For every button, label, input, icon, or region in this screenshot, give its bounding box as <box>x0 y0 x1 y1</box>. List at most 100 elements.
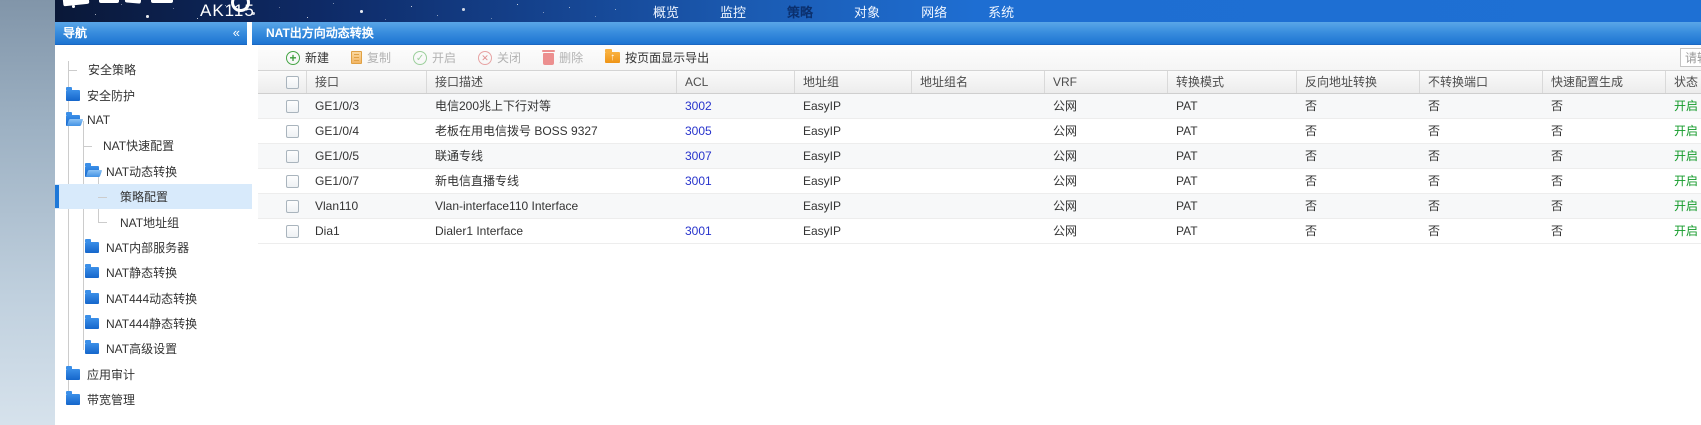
cell-description: 电信200兆上下行对等 <box>427 94 677 118</box>
column-header-vrf: VRF <box>1045 71 1168 93</box>
sidebar-item-nat-dynamic-translation[interactable]: NAT动态转换 <box>55 159 258 184</box>
cell-quick-config: 否 <box>1543 119 1666 143</box>
cell-mode: PAT <box>1168 169 1297 193</box>
sidebar-item-nat-static-translation[interactable]: NAT静态转换 <box>55 260 258 285</box>
export-button[interactable]: 按页面显示导出 <box>605 49 709 66</box>
cell-acl-link[interactable]: 3007 <box>677 144 795 168</box>
nat-rules-table: 接口 接口描述 ACL 地址组 地址组名 VRF 转换模式 反向地址转换 不转换… <box>258 70 1701 244</box>
menu-overview[interactable]: 概览 <box>653 2 679 21</box>
row-checkbox[interactable] <box>286 200 299 213</box>
folder-open-icon <box>85 166 99 177</box>
sidebar-title: 导航 <box>63 22 87 44</box>
cell-description: Dialer1 Interface <box>427 219 677 243</box>
sidebar-item-nat-advanced-settings[interactable]: NAT高级设置 <box>55 336 258 361</box>
cell-description: 老板在用电信拨号 BOSS 9327 <box>427 119 677 143</box>
folder-closed-icon <box>66 90 80 101</box>
table-row[interactable]: GE1/0/3 电信200兆上下行对等 3002 EasyIP 公网 PAT 否… <box>258 94 1701 119</box>
export-folder-icon <box>605 52 620 63</box>
cell-description: 联通专线 <box>427 144 677 168</box>
cell-quick-config: 否 <box>1543 219 1666 243</box>
sidebar-item-nat444-dynamic[interactable]: NAT444动态转换 <box>55 286 258 311</box>
search-input[interactable] <box>1680 48 1701 67</box>
cell-quick-config: 否 <box>1543 169 1666 193</box>
table-row[interactable]: GE1/0/4 老板在用电信拨号 BOSS 9327 3005 EasyIP 公… <box>258 119 1701 144</box>
cell-reverse: 否 <box>1297 169 1420 193</box>
cell-address-group-name <box>912 169 1045 193</box>
cell-mode: PAT <box>1168 119 1297 143</box>
cell-address-group: EasyIP <box>795 119 912 143</box>
row-checkbox[interactable] <box>286 150 299 163</box>
cell-address-group: EasyIP <box>795 219 912 243</box>
logo-fragment <box>151 0 173 3</box>
table-row[interactable]: Vlan110 Vlan-interface110 Interface Easy… <box>258 194 1701 219</box>
logo-fragment <box>99 0 119 3</box>
row-checkbox[interactable] <box>286 225 299 238</box>
sidebar-item-policy-config[interactable]: 策略配置 <box>55 184 258 209</box>
select-all-checkbox[interactable] <box>286 76 299 89</box>
column-header-interface: 接口 <box>307 71 427 93</box>
cell-address-group: EasyIP <box>795 194 912 218</box>
menu-monitor[interactable]: 监控 <box>720 2 746 21</box>
cell-acl-link[interactable]: 3001 <box>677 169 795 193</box>
column-header-address-group-name: 地址组名 <box>912 71 1045 93</box>
row-checkbox[interactable] <box>286 100 299 113</box>
top-menu: 概览 监控 策略 对象 网络 系统 <box>653 0 1014 22</box>
table-row[interactable]: GE1/0/7 新电信直播专线 3001 EasyIP 公网 PAT 否 否 否… <box>258 169 1701 194</box>
main-titlebar: NAT出方向动态转换 <box>252 22 1701 45</box>
table-header: 接口 接口描述 ACL 地址组 地址组名 VRF 转换模式 反向地址转换 不转换… <box>258 70 1701 94</box>
cell-acl-link[interactable]: 3002 <box>677 94 795 118</box>
trash-icon <box>543 53 554 65</box>
enable-button[interactable]: 开启 <box>413 49 456 66</box>
cell-vrf: 公网 <box>1045 169 1168 193</box>
cell-vrf: 公网 <box>1045 119 1168 143</box>
folder-closed-icon <box>66 394 80 405</box>
sidebar-item-security-policy[interactable]: 安全策略 <box>55 57 258 82</box>
sidebar-collapse-icon[interactable]: « <box>233 22 240 44</box>
table-row[interactable]: GE1/0/5 联通专线 3007 EasyIP 公网 PAT 否 否 否 开启 <box>258 144 1701 169</box>
cell-acl-link[interactable]: 3001 <box>677 219 795 243</box>
menu-policy[interactable]: 策略 <box>787 2 813 21</box>
new-button[interactable]: 新建 <box>286 49 329 66</box>
cell-mode: PAT <box>1168 194 1297 218</box>
cell-vrf: 公网 <box>1045 219 1168 243</box>
cell-address-group-name <box>912 119 1045 143</box>
row-checkbox[interactable] <box>286 125 299 138</box>
sidebar-item-nat-address-group[interactable]: NAT地址组 <box>55 209 258 234</box>
copy-icon <box>351 51 362 64</box>
folder-closed-icon <box>85 242 99 253</box>
cell-address-group-name <box>912 194 1045 218</box>
sidebar-item-nat444-static[interactable]: NAT444静态转换 <box>55 311 258 336</box>
delete-button[interactable]: 删除 <box>543 49 583 66</box>
sidebar-item-security-protection[interactable]: 安全防护 <box>55 82 258 107</box>
menu-network[interactable]: 网络 <box>921 2 947 21</box>
sidebar-item-nat[interactable]: NAT <box>55 108 258 133</box>
menu-system[interactable]: 系统 <box>988 2 1014 21</box>
table-row[interactable]: Dia1 Dialer1 Interface 3001 EasyIP 公网 PA… <box>258 219 1701 244</box>
logo-fragment <box>63 0 90 6</box>
copy-button[interactable]: 复制 <box>351 49 391 66</box>
close-button[interactable]: 关闭 <box>478 49 521 66</box>
cell-interface: GE1/0/3 <box>307 94 427 118</box>
cell-interface: GE1/0/5 <box>307 144 427 168</box>
sidebar-header: 导航 « <box>55 22 247 45</box>
cell-no-port: 否 <box>1420 94 1543 118</box>
menu-object[interactable]: 对象 <box>854 2 880 21</box>
cell-status: 开启 <box>1666 169 1701 193</box>
cell-no-port: 否 <box>1420 144 1543 168</box>
sidebar-item-nat-quick-config[interactable]: NAT快速配置 <box>55 133 258 158</box>
nav-tree: 安全策略 安全防护 NAT NAT快速配置 NAT动态转换 策略配置 NAT地址… <box>55 45 258 412</box>
cell-mode: PAT <box>1168 144 1297 168</box>
column-header-acl: ACL <box>677 71 795 93</box>
row-checkbox[interactable] <box>286 175 299 188</box>
cell-acl-link[interactable] <box>677 194 795 218</box>
cell-no-port: 否 <box>1420 169 1543 193</box>
cell-vrf: 公网 <box>1045 144 1168 168</box>
sidebar-item-nat-internal-server[interactable]: NAT内部服务器 <box>55 235 258 260</box>
sidebar-item-bandwidth-management[interactable]: 带宽管理 <box>55 387 258 412</box>
cell-interface: GE1/0/7 <box>307 169 427 193</box>
sidebar-item-app-audit[interactable]: 应用审计 <box>55 362 258 387</box>
cell-acl-link[interactable]: 3005 <box>677 119 795 143</box>
app-window: AK115 概览 监控 策略 对象 网络 系统 导航 « 安全策略 安全防护 N… <box>55 0 1701 425</box>
star-field-decoration <box>55 0 56 1</box>
column-header-reverse-translation: 反向地址转换 <box>1297 71 1420 93</box>
